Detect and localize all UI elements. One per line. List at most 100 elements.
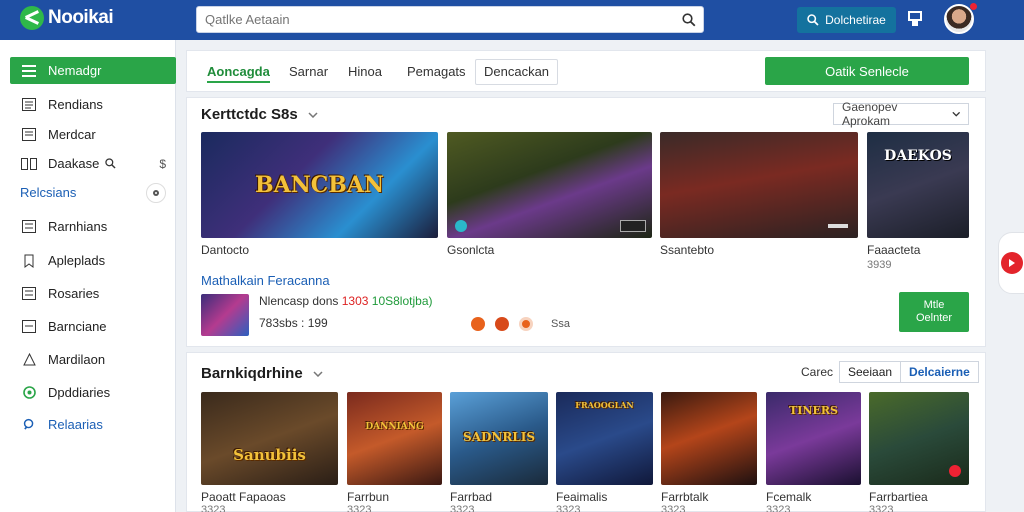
tab-2[interactable]: Hinoa — [348, 61, 382, 83]
game-card-meta: 3323 — [869, 504, 894, 512]
game-card-title[interactable]: Faaacteta — [867, 243, 920, 257]
game-card-art[interactable]: FRAOOGLAN — [556, 392, 653, 485]
bookmark-icon[interactable] — [906, 10, 924, 28]
sidebar-item-3[interactable]: Daakase $ — [10, 150, 176, 177]
promo-meta: 783sbs : 199 — [259, 316, 328, 330]
chevron-down-icon — [313, 370, 323, 377]
sort-dropdown[interactable]: Gaenopev Aprokam — [833, 100, 969, 128]
sidebar-item-6[interactable]: Apleplads — [10, 247, 176, 274]
sidebar-item-0[interactable]: Nemadgr — [10, 57, 176, 84]
game-card-art[interactable] — [661, 392, 757, 485]
section-title: Barnkiqdrhine — [201, 365, 303, 382]
promo-icons: Ssa — [471, 317, 570, 331]
sidebar-item-label: Barnciane — [48, 319, 107, 334]
sidebar-item-label: Merdcar — [48, 127, 96, 142]
sidebar-item-label: Dpddiaries — [48, 385, 111, 400]
sidebar-item-7[interactable]: Rosaries — [10, 280, 176, 307]
platform-icon — [455, 220, 467, 232]
game-art-title: SADNRLIS — [462, 430, 536, 444]
sidebar-item-label: Apleplads — [48, 253, 106, 268]
circle-icon — [20, 384, 38, 402]
sidebar-item-10[interactable]: Dpddiaries — [10, 379, 176, 406]
view-toggle[interactable]: Seeiaan Delcaierne — [839, 361, 979, 383]
game-card-art[interactable]: BANCBAN — [201, 132, 438, 238]
sidebar-item-9[interactable]: Mardilaon — [10, 346, 176, 373]
sidebar-item-label: Daakase — [48, 156, 100, 171]
menu-icon — [20, 62, 38, 80]
game-card-art[interactable]: Sanubiis — [201, 392, 338, 485]
grid-icon — [20, 155, 38, 173]
game-card-title[interactable]: Paoatt Fapaoas — [201, 490, 286, 504]
search-icon[interactable] — [675, 7, 703, 32]
game-art-title: TINERS — [789, 404, 838, 417]
game-card-art[interactable]: DAEKOS — [867, 132, 969, 238]
target-icon[interactable] — [519, 317, 533, 331]
game-card-art[interactable] — [869, 392, 969, 485]
promo-thumbnail[interactable] — [201, 294, 249, 336]
sidebar-item-8[interactable]: Barnciane — [10, 313, 176, 340]
game-card-title[interactable]: Ssantebto — [660, 243, 714, 257]
view-option[interactable]: Seeiaan — [840, 362, 900, 382]
game-card-title[interactable]: Farrbun — [347, 490, 389, 504]
promo-button-line1: Mtle — [923, 299, 945, 311]
chevron-down-icon — [951, 111, 960, 117]
scroll-right-button[interactable] — [998, 232, 1024, 294]
game-card-art[interactable]: SADNRLIS — [450, 392, 548, 485]
tabs-bar: Aoncagda Sarnar Hinoa Pemagats Dencackan… — [186, 50, 986, 92]
sidebar-item-extra: $ — [159, 156, 166, 171]
featured-title-row[interactable]: Kerttctdc S8s — [201, 106, 318, 123]
game-card-title[interactable]: Dantocto — [201, 243, 249, 257]
promo-tag: Ssa — [551, 318, 570, 330]
tab-1[interactable]: Sarnar — [289, 61, 328, 83]
game-card-title[interactable]: Farrbartiea — [869, 490, 928, 504]
flame-icon[interactable] — [471, 317, 485, 331]
promo-button-line2: Oelnter — [915, 312, 953, 324]
tab-3[interactable]: Pemagats — [407, 61, 466, 83]
star-icon[interactable] — [495, 317, 509, 331]
game-card-title[interactable]: Gsonlcta — [447, 243, 494, 257]
game-card-title[interactable]: Farrbad — [450, 490, 492, 504]
sidebar-item-5[interactable]: Rarnhians — [10, 213, 176, 240]
gear-icon[interactable] — [146, 182, 166, 203]
chevron-down-icon — [308, 111, 318, 118]
avatar[interactable] — [944, 4, 974, 34]
sidebar-item-label: Rendians — [48, 97, 103, 112]
search-icon — [20, 416, 38, 434]
game-card-art[interactable]: TINERS — [766, 392, 861, 485]
promo-price-red: 1303 — [341, 294, 369, 308]
game-card-art[interactable] — [660, 132, 858, 238]
sidebar-item-label: Mardilaon — [48, 352, 106, 367]
game-card-title[interactable]: Farrbtalk — [661, 490, 708, 504]
search-input[interactable] — [197, 7, 675, 32]
view-option-active[interactable]: Delcaierne — [900, 362, 978, 382]
game-card-art[interactable] — [447, 132, 652, 238]
search-icon — [105, 158, 116, 169]
sidebar-item-4[interactable]: Relcsians — [10, 179, 176, 206]
featured-section: Kerttctdc S8s Gaenopev Aprokam BANCBAN D… — [186, 97, 986, 347]
sidebar-item-label: Rarnhians — [48, 219, 108, 234]
badge-icon — [620, 220, 646, 232]
top-action-button[interactable]: Dolchetirae — [797, 7, 896, 33]
game-card-title[interactable]: Fcemalk — [766, 490, 811, 504]
tab-4[interactable]: Dencackan — [475, 59, 559, 85]
list-icon — [20, 218, 38, 236]
top-bar: Nooikai Dolchetirae — [0, 0, 1024, 40]
cta-button[interactable]: Oatik Senlecle — [765, 57, 969, 85]
sidebar-item-2[interactable]: Merdcar — [10, 121, 176, 148]
sidebar-item-1[interactable]: Rendians — [10, 91, 176, 118]
promo-title[interactable]: Mathalkain Feracanna — [201, 273, 330, 288]
logo-icon — [20, 6, 44, 30]
game-card-meta: 3323 — [347, 504, 372, 512]
badge-icon — [949, 465, 961, 477]
catalog-title-row[interactable]: Barnkiqdrhine — [201, 365, 323, 382]
tab-0[interactable]: Aoncagda — [207, 61, 270, 83]
list-icon — [20, 318, 38, 336]
sidebar-item-11[interactable]: Relaarias — [10, 411, 176, 438]
game-card-art[interactable]: DANNIANG — [347, 392, 442, 485]
promo-button[interactable]: Mtle Oelnter — [899, 292, 969, 332]
promo-price-prefix: Nlencasp dons — [259, 294, 339, 308]
search-box[interactable] — [196, 6, 704, 33]
game-card-title[interactable]: Feaimalis — [556, 490, 607, 504]
tag-icon — [20, 252, 38, 270]
logo[interactable]: Nooikai — [20, 6, 114, 30]
